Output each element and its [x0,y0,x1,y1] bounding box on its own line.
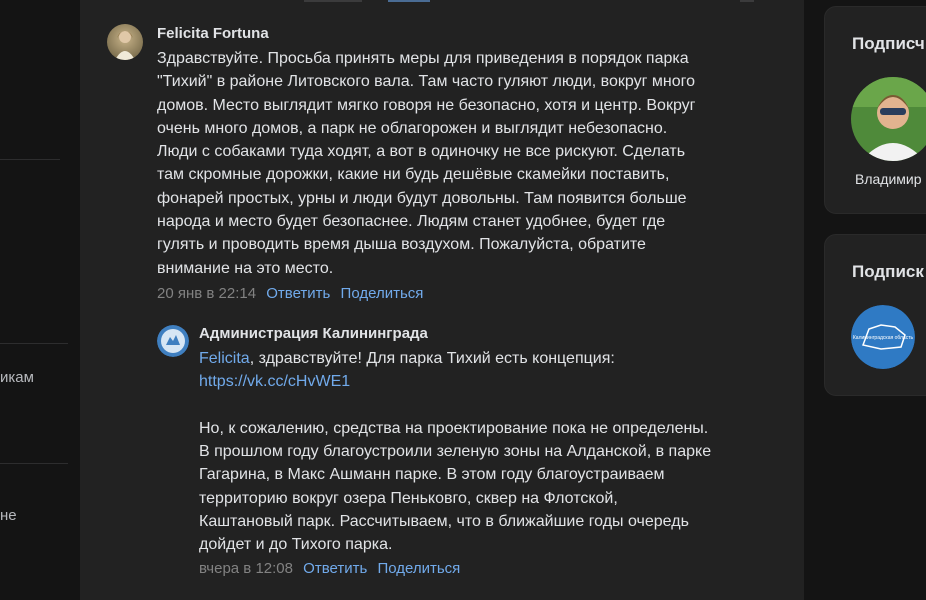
comments-panel: Felicita Fortuna Здравствуйте. Просьба п… [80,0,804,600]
comment-line: гулять и проводить время дыша воздухом. … [157,236,646,254]
reply-timestamp[interactable]: вчера в 12:08 [199,560,293,577]
reply-avatar[interactable] [157,325,189,357]
comment-meta: 20 янв в 22:14 Ответить Поделиться [157,285,429,302]
comment-line: Люди с собаками туда ходят, а вот в один… [157,143,686,161]
comment-line: домов. Место выглядит мягко говоря не бе… [157,96,696,114]
reply-author[interactable]: Администрация Калининграда [199,325,428,342]
reply-line: Но, к сожалению, средства на проектирова… [199,419,709,437]
share-button[interactable]: Поделиться [341,285,424,302]
comment-text: Здравствуйте. Просьба принять меры для п… [157,47,696,280]
comment-line: "Тихий" в районе Литовского вала. Там ча… [157,73,696,91]
reply-text: Felicita, здравствуйте! Для парка Тихий … [199,347,711,557]
comment-timestamp[interactable]: 20 янв в 22:14 [157,285,256,302]
reply-blank-line [199,394,711,417]
city-emblem-icon [157,325,189,357]
reply-button[interactable]: Ответить [266,285,330,302]
reply-line: территорию вокруг озера Пеньковго, сквер… [199,489,618,507]
reply-line: Каштановый парк. Рассчитываем, что в бли… [199,513,689,531]
nav-divider [0,343,68,344]
subscriptions-card: Подписк Калининградская область [824,234,926,396]
reply-greeting: , здравствуйте! Для парка Тихий есть кон… [249,350,615,367]
user-photo-icon [107,24,143,60]
card-title[interactable]: Подписч [852,34,925,54]
reply-line: В прошлом году благоустроили зеленую зон… [199,443,712,461]
previous-icon-edge [740,0,754,2]
subscribers-card: Подписч Владимир [824,6,926,214]
user-photo-icon [851,77,926,161]
mention-link[interactable]: Felicita [199,350,250,367]
comment-line: фонарей простых, урны и люди будут довол… [157,189,687,207]
comment-line: внимание на это место. [157,259,334,277]
nav-divider [0,463,68,464]
left-nav: икам не [0,0,80,600]
region-emblem-icon: Калининградская область [851,305,915,369]
comment-line: Здравствуйте. Просьба принять меры для п… [157,50,689,67]
reply-meta: вчера в 12:08 Ответить Поделиться [199,560,466,577]
reply-line: Felicita, здравствуйте! Для парка Тихий … [199,347,711,370]
subscriber-avatar[interactable] [851,77,926,161]
reply-line: Гагарина, в Макс Ашманн парке. В этом го… [199,466,665,484]
comment-author[interactable]: Felicita Fortuna [157,25,269,42]
reply-line: дойдет и до Тихого парка. [199,536,393,554]
reply-line: https://vk.cc/cHvWE1 [199,370,711,393]
nav-item-fragment[interactable]: икам [0,369,34,386]
card-title[interactable]: Подписк [852,262,924,282]
subscriber-name[interactable]: Владимир [855,171,922,187]
comment-line: народа и место будет безопаснее. Людям с… [157,213,666,231]
nav-item-fragment[interactable]: не [0,507,17,524]
comment-line: там скромные дорожки, какие ни будь дешё… [157,166,670,184]
subscription-avatar[interactable]: Калининградская область [851,305,915,369]
previous-link-edge [388,0,430,2]
avatar[interactable] [107,24,143,60]
comment-line: очень много домов, а парк не облагорожен… [157,119,668,137]
concept-link[interactable]: https://vk.cc/cHvWE1 [199,373,350,390]
reply-button[interactable]: Ответить [303,560,367,577]
nav-divider [0,159,60,160]
share-button[interactable]: Поделиться [377,560,460,577]
region-emblem-text: Калининградская область [853,335,914,341]
previous-content-edge [304,0,362,2]
